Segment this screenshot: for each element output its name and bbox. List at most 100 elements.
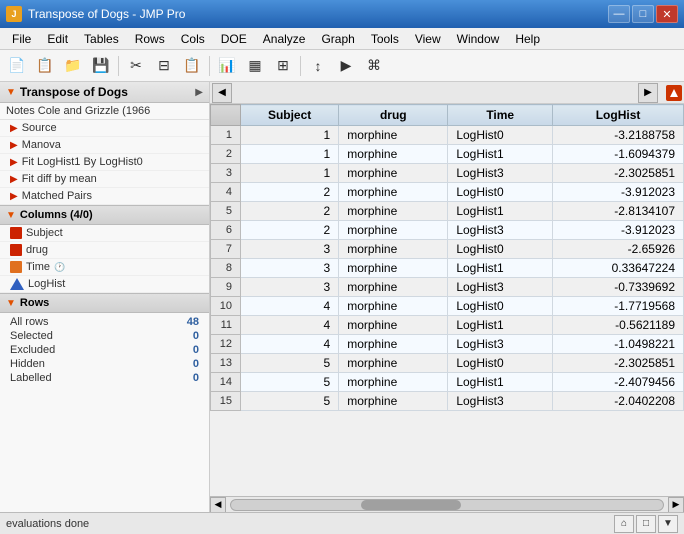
scroll-track[interactable] [230,499,664,511]
toolbar-new[interactable]: 📄 [4,54,30,78]
cell-loghist: -0.7339692 [553,278,684,297]
cell-subject: 3 [241,259,339,278]
toolbar-table[interactable]: ▦ [242,54,268,78]
main-area: ▼ Transpose of Dogs ▶ Notes Cole and Gri… [0,82,684,512]
menu-edit[interactable]: Edit [39,30,76,48]
panel-expand-icon: ▶ [195,87,203,98]
section-source[interactable]: ▶ Source [0,120,209,137]
column-loghist[interactable]: LogHist [0,276,209,293]
menu-cols[interactable]: Cols [173,30,213,48]
table-row[interactable]: 93morphineLogHist3-0.7339692 [211,278,684,297]
column-subject[interactable]: Subject [0,225,209,242]
nav-left[interactable]: ◀ [212,83,232,103]
col-header-loghist[interactable]: LogHist [553,105,684,126]
table-row[interactable]: 73morphineLogHist0-2.65926 [211,240,684,259]
toolbar-sep1 [118,56,119,76]
status-icons: ⌂ □ ▼ [614,515,678,533]
maximize-button[interactable]: □ [632,5,654,23]
section-fit-loghist[interactable]: ▶ Fit LogHist1 By LogHist0 [0,154,209,171]
toolbar-script[interactable]: ⌘ [361,54,387,78]
cell-rownum: 15 [211,392,241,411]
section-manova[interactable]: ▶ Manova [0,137,209,154]
menu-icon-btn[interactable]: ▼ [658,515,678,533]
menu-graph[interactable]: Graph [313,30,362,48]
data-table-container[interactable]: Subject drug Time LogHist 11morphineLogH… [210,104,684,496]
menu-analyze[interactable]: Analyze [255,30,314,48]
column-drug[interactable]: drug [0,242,209,259]
menu-bar: File Edit Tables Rows Cols DOE Analyze G… [0,28,684,50]
cell-loghist: -1.0498221 [553,335,684,354]
home-icon-btn[interactable]: ⌂ [614,515,634,533]
window-title: Transpose of Dogs - JMP Pro [28,7,608,21]
table-row[interactable]: 11morphineLogHist0-3.2188758 [211,126,684,145]
toolbar-chart[interactable]: 📊 [214,54,240,78]
cell-loghist: -2.8134107 [553,202,684,221]
table-row[interactable]: 145morphineLogHist1-2.4079456 [211,373,684,392]
cell-time: LogHist0 [448,297,553,316]
table-row[interactable]: 42morphineLogHist0-3.912023 [211,183,684,202]
cell-subject: 3 [241,278,339,297]
toolbar-open[interactable]: 📁 [60,54,86,78]
scroll-right-btn[interactable]: ▶ [668,497,684,513]
menu-doe[interactable]: DOE [213,30,255,48]
table-row[interactable]: 52morphineLogHist1-2.8134107 [211,202,684,221]
section-fit-diff[interactable]: ▶ Fit diff by mean [0,171,209,188]
col-header-time[interactable]: Time [448,105,553,126]
column-type-icon [10,278,24,290]
status-text: evaluations done [6,518,614,530]
cell-rownum: 7 [211,240,241,259]
toolbar-cut[interactable]: ✂ [123,54,149,78]
section-matched-pairs[interactable]: ▶ Matched Pairs [0,188,209,205]
cell-subject: 2 [241,221,339,240]
nav-right[interactable]: ▶ [638,83,658,103]
table-row[interactable]: 135morphineLogHist0-2.3025851 [211,354,684,373]
table-row[interactable]: 114morphineLogHist1-0.5621189 [211,316,684,335]
menu-tables[interactable]: Tables [76,30,127,48]
scroll-left-btn[interactable]: ◀ [210,497,226,513]
col-header-drug[interactable]: drug [339,105,448,126]
menu-view[interactable]: View [407,30,449,48]
toolbar-paste[interactable]: 📋 [179,54,205,78]
close-button[interactable]: ✕ [656,5,678,23]
toolbar-grid[interactable]: ⊞ [270,54,296,78]
table-row[interactable]: 62morphineLogHist3-3.912023 [211,221,684,240]
menu-window[interactable]: Window [449,30,508,48]
red-triangle-icon: ▶ [10,123,18,134]
notes-row: Notes Cole and Grizzle (1966 [0,103,209,120]
selected-stat: Selected 0 [6,329,203,343]
minimize-button[interactable]: — [608,5,630,23]
table-row[interactable]: 31morphineLogHist3-2.3025851 [211,164,684,183]
toolbar-save[interactable]: 💾 [88,54,114,78]
red-triangle-icon: ▶ [10,191,18,202]
cell-subject: 1 [241,164,339,183]
menu-tools[interactable]: Tools [363,30,407,48]
toolbar-run[interactable]: ▶ [333,54,359,78]
col-header-subject[interactable]: Subject [241,105,339,126]
toolbar-copy2[interactable]: ⊟ [151,54,177,78]
scroll-thumb[interactable] [361,500,461,510]
horizontal-scrollbar[interactable]: ◀ ▶ [210,496,684,512]
cell-drug: morphine [339,335,448,354]
layout-icon-btn[interactable]: □ [636,515,656,533]
toolbar-sort[interactable]: ↕ [305,54,331,78]
table-row[interactable]: 124morphineLogHist3-1.0498221 [211,335,684,354]
cell-time: LogHist1 [448,202,553,221]
menu-rows[interactable]: Rows [127,30,173,48]
data-area: ◀ ▶ Subject drug Time LogHist [210,82,684,512]
column-type-icon [10,244,22,256]
cell-time: LogHist0 [448,126,553,145]
app-icon: J [6,6,22,22]
toolbar-copy[interactable]: 📋 [32,54,58,78]
column-time[interactable]: Time 🕐 [0,259,209,276]
cell-subject: 5 [241,354,339,373]
table-row[interactable]: 83morphineLogHist10.33647224 [211,259,684,278]
menu-file[interactable]: File [4,30,39,48]
cell-subject: 1 [241,126,339,145]
table-row[interactable]: 21morphineLogHist1-1.6094379 [211,145,684,164]
table-row[interactable]: 155morphineLogHist3-2.0402208 [211,392,684,411]
dataset-header[interactable]: ▼ Transpose of Dogs ▶ [0,82,209,103]
menu-help[interactable]: Help [507,30,548,48]
cell-loghist: -0.5621189 [553,316,684,335]
table-row[interactable]: 104morphineLogHist0-1.7719568 [211,297,684,316]
toolbar-sep2 [209,56,210,76]
